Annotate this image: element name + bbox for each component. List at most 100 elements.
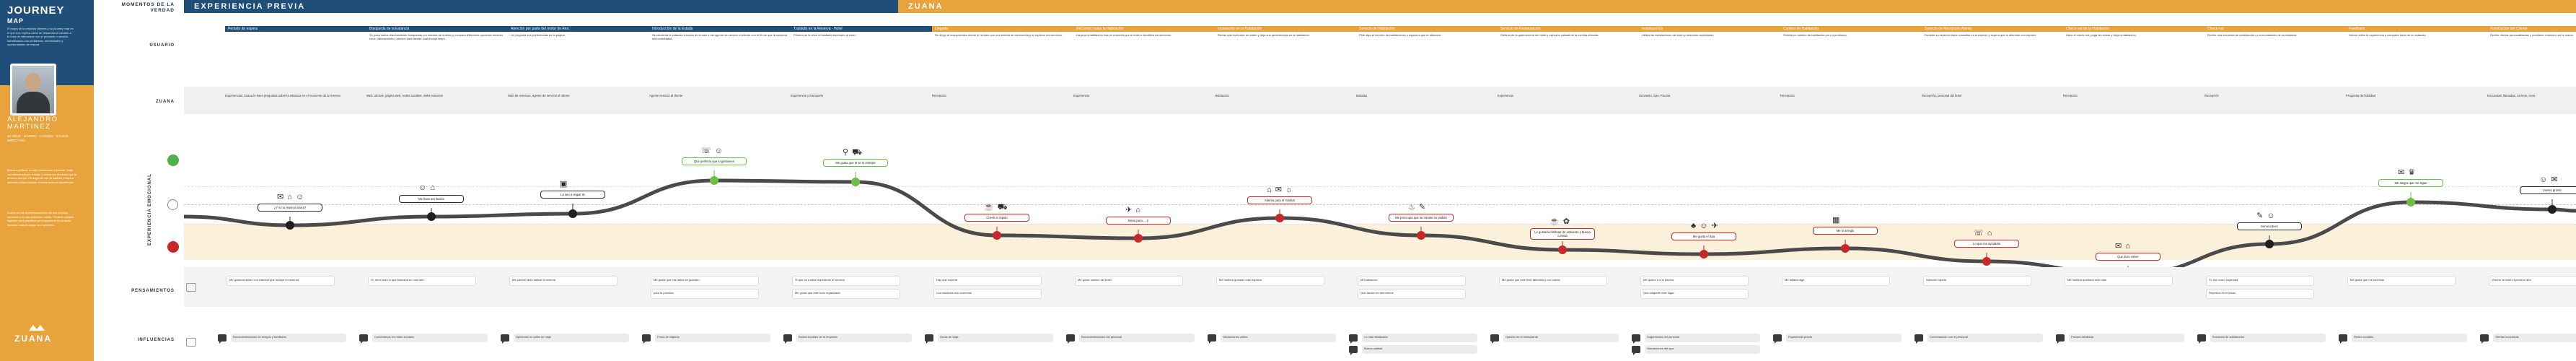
emotion-curve xyxy=(183,170,2576,279)
influence-card: Conversación con el personal xyxy=(1927,334,2043,342)
moment-icons: ✎ ☺ xyxy=(2256,212,2276,220)
thought-card: Me hubiera quedado más días xyxy=(2065,276,2173,286)
emotion-tip: Me lo arreglo xyxy=(1813,227,1878,235)
influence-card: Experiencia previa xyxy=(1786,334,1902,342)
emotion-tip: Le gustaría disfrutar de ambiente y buen… xyxy=(1530,228,1595,240)
influence-card: Recomendaciones del personal xyxy=(1079,334,1195,342)
moment-icons: ✉ ⌂ xyxy=(2115,242,2131,251)
moment-icons: ⌂ ✉ ☼ xyxy=(1267,186,1294,194)
emotion-point xyxy=(1558,245,1567,254)
emotion-tip: Lo veo a seguir IE xyxy=(540,191,605,199)
moment-icons: ▦ xyxy=(1832,216,1841,225)
thought-card: Que tarden en atenderme xyxy=(1358,289,1466,299)
emotion-tip: Me hace ser ilusión xyxy=(399,195,464,203)
emotion-tip: Me alegra que me sigan xyxy=(2378,179,2443,187)
emotion-point xyxy=(1417,231,1425,240)
emotion-tip: Alarma para el minibar xyxy=(1247,196,1312,204)
influence-card: Opiniones en webs de viaje xyxy=(514,334,629,342)
moment-icons: ☕ ✿ xyxy=(1549,217,1570,226)
chat-bubble-icon xyxy=(1349,346,1358,355)
thought-card: Me gusta que esté bien atendido y con ca… xyxy=(1499,276,1607,286)
emotion-point xyxy=(1134,234,1143,243)
thought-card: Sí, tiene todo lo que buscaba en una web xyxy=(368,276,476,286)
thought-card: Me gustaría saber con claridad qué inclu… xyxy=(227,276,335,286)
influence-card: Ofertas exclusivas xyxy=(2493,334,2576,342)
emotion-tip: Que perfecto que lo gestionen xyxy=(682,157,747,165)
emotion-point xyxy=(568,209,577,218)
emotion-tip: Me preocupa que se retrase su pedido xyxy=(1389,214,1454,222)
influence-card: Valoraciones online xyxy=(1221,334,1336,342)
thought-card: Me quiero ir a la piscina xyxy=(1640,276,1749,286)
influence-card: Encuesta de satisfacción xyxy=(2210,334,2326,342)
chat-bubble-icon xyxy=(1632,334,1640,344)
moment-icons: ⚲ ⛟ xyxy=(843,148,863,157)
chat-bubble-icon xyxy=(642,334,651,344)
moment-icons: ✉ ⌂ ☺ xyxy=(277,193,305,201)
emotion-tip: Check-in rápido xyxy=(964,214,1029,222)
emotion-point xyxy=(1275,214,1284,222)
emotion-point xyxy=(2406,198,2415,206)
chat-bubble-icon xyxy=(2339,334,2347,344)
pensamientos-band xyxy=(184,267,2576,307)
chat-bubble-icon xyxy=(1773,334,1782,344)
influence-card: Redes sociales xyxy=(2352,334,2467,342)
influence-card: Recomendaciones de amigos y familiares xyxy=(231,334,346,342)
emotion-point xyxy=(427,212,436,221)
moment-icons: ☏ ☺ xyxy=(701,147,724,155)
chat-bubble-icon xyxy=(2197,334,2206,344)
influence-card: Buena calidad xyxy=(1362,345,1477,354)
chat-bubble-icon xyxy=(1915,334,1923,344)
chat-bubble-icon xyxy=(1208,334,1216,344)
thought-card: Volveré al hotel el próximo año xyxy=(2489,276,2576,286)
influence-card: Lo más destacado xyxy=(1362,334,1477,342)
thought-card: Que relajante este lugar xyxy=(1640,289,1749,299)
influence-row-icon xyxy=(186,338,196,347)
chat-bubble-icon xyxy=(2480,334,2489,344)
emotion-tip: Servicio bien xyxy=(2237,222,2302,230)
influence-card: Guías de viaje xyxy=(938,334,1053,342)
emotion-tip: Mesa para ... 2 xyxy=(1106,217,1171,225)
thought-row-icon xyxy=(186,283,196,292)
influence-card: Sugerencias del personal xyxy=(1645,334,1760,342)
emotion-tip: Me gusta que el se le anticipe xyxy=(823,159,888,167)
influence-card: Factura detallada xyxy=(2069,334,2184,342)
chat-bubble-icon xyxy=(1632,346,1640,355)
emotion-tip: Que duro volver xyxy=(2096,253,2160,261)
chat-bubble-icon xyxy=(218,334,227,344)
influence-card: Opinión en el restaurante xyxy=(1503,334,1619,342)
thought-card: Me gusta que mis datos se guarden xyxy=(651,276,759,286)
emotion-point xyxy=(2548,205,2557,214)
influence-card: Comentarios en redes sociales xyxy=(372,334,488,342)
emotion-point xyxy=(286,221,294,230)
chat-bubble-icon xyxy=(359,334,368,344)
moment-icons: ✉ ♛ xyxy=(2398,168,2417,177)
chat-bubble-icon xyxy=(1349,334,1358,344)
thought-card: Me faltaba algo xyxy=(1782,276,1890,286)
thought-card: Me parece fácil realizar la reserva xyxy=(509,276,617,286)
emotion-point xyxy=(1982,257,1991,266)
moment-icons: ♣ ☺ ✈ xyxy=(1691,222,1719,230)
emotion-tip: Me gusta el Spa xyxy=(1671,232,1736,240)
emotion-point xyxy=(1700,250,1708,258)
thought-card: Me gusta que me escriban xyxy=(2347,276,2456,286)
moment-icons: ♨ ✎ xyxy=(1408,203,1427,212)
emotion-point xyxy=(2265,240,2274,248)
thought-card: Si que va a estar esperando el servicio xyxy=(792,276,900,286)
moment-icons: ☺ ✉ xyxy=(2539,175,2559,184)
emotion-point xyxy=(710,176,718,185)
emotion-point xyxy=(1841,244,1850,253)
thought-card: Hay que esperar xyxy=(933,276,1042,286)
emotion-tip: Vuelvo pronto xyxy=(2520,186,2576,194)
thought-card: Me hubiera gustado más espacio xyxy=(1216,276,1324,286)
moment-icons: ▣ xyxy=(560,180,568,188)
chat-bubble-icon xyxy=(501,334,509,344)
influence-card: Redes sociales de la empresa xyxy=(796,334,912,342)
emotion-point xyxy=(851,178,860,186)
thought-card: para la próxima xyxy=(651,289,759,299)
thought-card: Me guste camino del hotel xyxy=(1075,276,1183,286)
moment-icons: ✈ ⌂ xyxy=(1125,206,1141,214)
chat-bubble-icon xyxy=(2056,334,2065,344)
chat-bubble-icon xyxy=(925,334,933,344)
emotion-tip: ¿Y si no reservo ahora? xyxy=(258,204,322,212)
influence-card: Valoraciones del spa xyxy=(1645,345,1760,354)
